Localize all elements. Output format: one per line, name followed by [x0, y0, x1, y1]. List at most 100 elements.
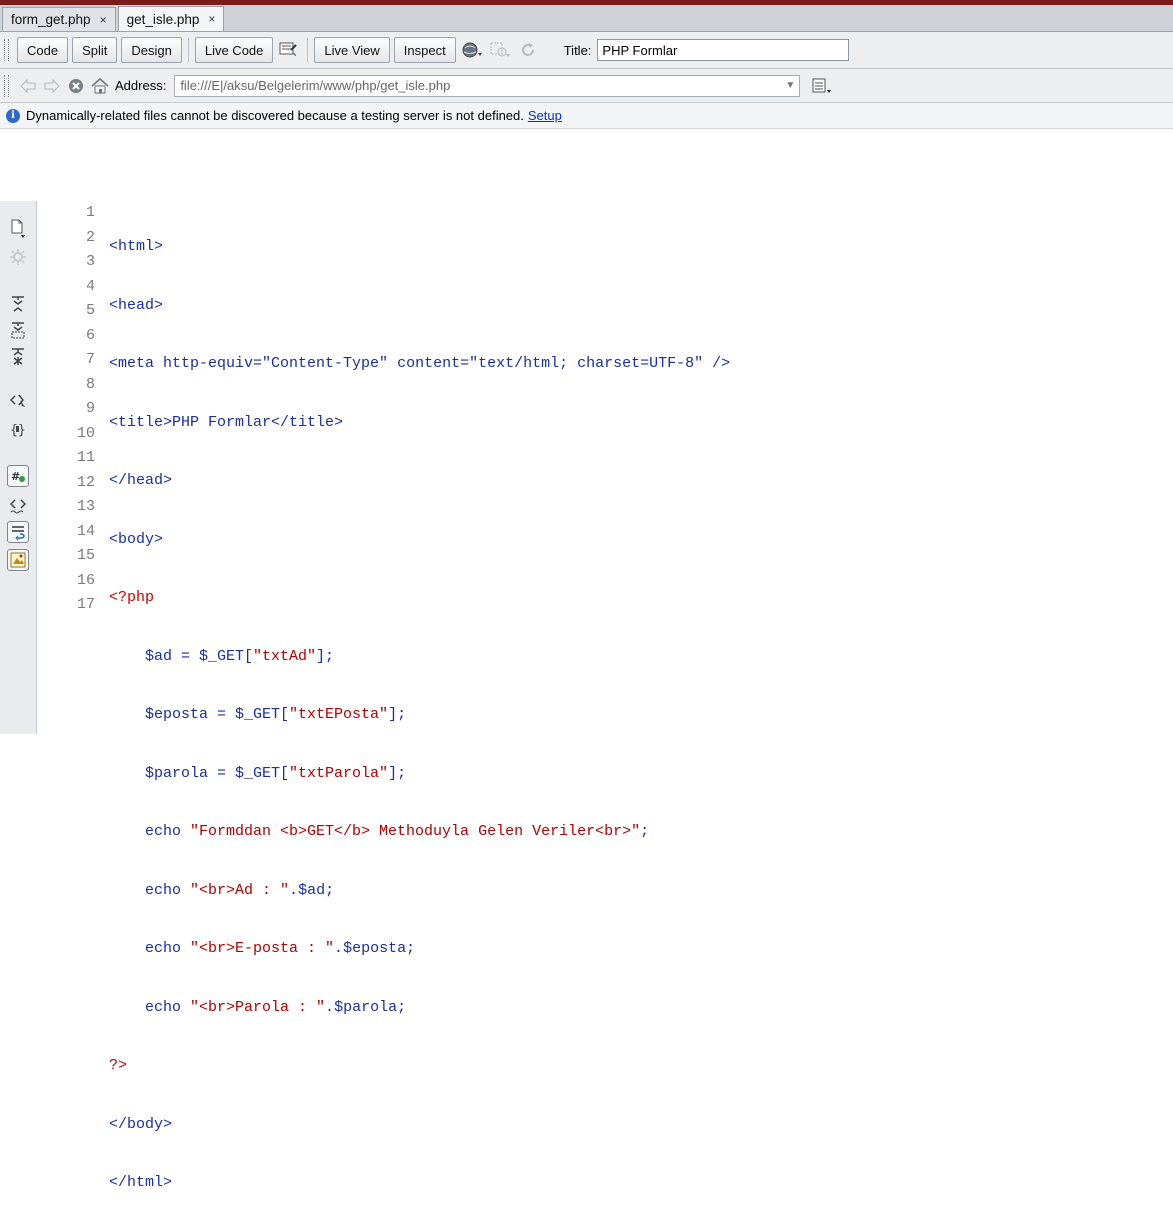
code-token: . — [325, 998, 335, 1016]
code-token: "<br>Ad : " — [190, 881, 290, 899]
tab-form-get[interactable]: form_get.php × — [2, 7, 116, 31]
code-token: echo — [109, 823, 191, 840]
line-number: 7 — [85, 351, 95, 368]
toolbar-grip[interactable] — [4, 39, 9, 61]
code-line: </head> — [109, 469, 1173, 494]
code-token: <head> — [109, 296, 164, 314]
code-line: <body> — [109, 528, 1173, 553]
code-token: ]; — [388, 706, 407, 723]
code-token: "Content-Type" — [262, 355, 389, 372]
code-token: . — [334, 940, 344, 957]
code-token: "txtAd" — [253, 647, 317, 665]
code-token: "<br>Parola : " — [190, 998, 326, 1016]
line-number: 10 — [76, 424, 95, 442]
line-number-gutter: 1 2 3 4 5 6 7 8 9 10 11 12 13 14 15 16 1… — [37, 201, 109, 734]
code-view-button[interactable]: Code — [17, 37, 69, 63]
line-numbers-icon[interactable]: # — [7, 465, 29, 487]
code-token: $ad = $_GET[ — [109, 647, 254, 665]
browser-navigation-toolbar: Address: file:///E|/aksu/Belgelerim/www/… — [0, 69, 1173, 103]
code-token: ; — [325, 881, 335, 899]
line-number: 1 — [85, 204, 95, 221]
line-number: 8 — [85, 375, 95, 393]
code-token: ; — [397, 998, 407, 1016]
split-view-button[interactable]: Split — [72, 37, 118, 63]
code-line: <title>PHP Formlar</title> — [109, 411, 1173, 436]
back-icon — [17, 75, 39, 97]
line-number: 2 — [85, 228, 95, 246]
code-line: echo "<br>Ad : ".$ad; — [109, 879, 1173, 904]
title-input[interactable]: PHP Formlar — [597, 39, 850, 61]
show-code-navigator-icon — [7, 246, 29, 268]
code-token: $ad — [298, 881, 326, 899]
code-line: ?> — [109, 1054, 1173, 1079]
balance-braces-icon[interactable]: {} — [7, 418, 29, 440]
browser-preview-icon — [488, 38, 512, 62]
document-toolbar: Code Split Design Live Code Live View In… — [0, 32, 1173, 69]
tab-label: form_get.php — [11, 12, 91, 27]
code-line: <meta http-equiv="Content-Type" content=… — [109, 352, 1173, 377]
setup-link[interactable]: Setup — [528, 108, 562, 123]
code-token: <html> — [109, 238, 164, 255]
code-line: <html> — [109, 235, 1173, 260]
line-number: 4 — [85, 277, 95, 295]
code-editor: {} # 1 2 3 4 5 6 7 8 9 10 11 12 13 14 15… — [0, 201, 1173, 1191]
globe-icon[interactable] — [460, 38, 484, 62]
toolbar-separator — [307, 38, 309, 62]
refresh-icon — [516, 38, 540, 62]
line-number: 15 — [76, 547, 95, 564]
line-number: 3 — [85, 253, 95, 270]
highlight-invalid-code-icon[interactable] — [7, 495, 29, 517]
code-token: ; — [406, 940, 416, 957]
code-token: "text/html; charset=UTF-8" — [469, 355, 704, 372]
line-number: 13 — [76, 498, 95, 515]
code-token: $parola = $_GET[ — [109, 764, 290, 782]
code-line: $ad = $_GET["txtAd"]; — [109, 645, 1173, 670]
info-bar: i Dynamically-related files cannot be di… — [0, 103, 1173, 129]
word-wrap-icon[interactable] — [7, 521, 29, 543]
line-number: 9 — [85, 400, 95, 417]
document-tab-bar: form_get.php × get_isle.php × — [0, 5, 1173, 32]
view-options-icon[interactable] — [810, 74, 834, 98]
code-line: </html> — [109, 1171, 1173, 1196]
code-line: echo "Formddan <b>GET</b> Methoduyla Gel… — [109, 820, 1173, 845]
code-line: echo "<br>Parola : ".$parola; — [109, 996, 1173, 1021]
tab-label: get_isle.php — [126, 11, 200, 27]
code-token: <body> — [109, 530, 164, 548]
close-icon[interactable]: × — [100, 13, 107, 27]
close-icon[interactable]: × — [208, 12, 215, 26]
chevron-down-icon[interactable]: ▼ — [785, 80, 795, 91]
code-token: "txtParola" — [289, 764, 389, 782]
code-token: ]; — [388, 764, 407, 782]
live-view-button[interactable]: Live View — [314, 37, 390, 63]
file-management-icon[interactable] — [277, 38, 301, 62]
inspect-button[interactable]: Inspect — [393, 37, 456, 63]
code-token: ?> — [109, 1057, 128, 1074]
code-line: echo "<br>E-posta : ".$eposta; — [109, 937, 1173, 962]
line-number: 6 — [85, 326, 95, 344]
collapse-full-tag-icon[interactable] — [7, 293, 29, 315]
code-token: <meta http-equiv= — [109, 355, 263, 372]
line-number: 14 — [76, 522, 95, 540]
coding-toolbar: {} # — [0, 201, 37, 734]
code-token: echo — [109, 881, 191, 899]
toolbar-grip[interactable] — [4, 74, 9, 97]
expand-all-icon[interactable] — [7, 345, 29, 367]
code-area[interactable]: <html> <head> <meta http-equiv="Content-… — [109, 201, 1173, 1191]
collapse-selection-icon[interactable] — [7, 319, 29, 341]
open-documents-icon[interactable] — [7, 217, 29, 239]
live-code-button[interactable]: Live Code — [194, 37, 274, 63]
code-token: <?php — [109, 589, 155, 606]
select-parent-tag-icon[interactable] — [7, 389, 29, 411]
code-token: . — [289, 881, 299, 899]
home-icon[interactable] — [89, 75, 111, 97]
syntax-coloring-icon[interactable] — [7, 549, 29, 571]
code-token: "txtEPosta" — [289, 706, 389, 723]
code-line: $eposta = $_GET["txtEPosta"]; — [109, 703, 1173, 728]
address-input[interactable]: file:///E|/aksu/Belgelerim/www/php/get_i… — [174, 74, 801, 97]
info-message: Dynamically-related files cannot be disc… — [26, 108, 524, 123]
stop-icon[interactable] — [65, 75, 87, 97]
tab-get-isle[interactable]: get_isle.php × — [117, 6, 225, 31]
line-number: 17 — [76, 596, 95, 613]
design-view-button[interactable]: Design — [121, 37, 182, 63]
code-token: </head> — [109, 472, 173, 489]
